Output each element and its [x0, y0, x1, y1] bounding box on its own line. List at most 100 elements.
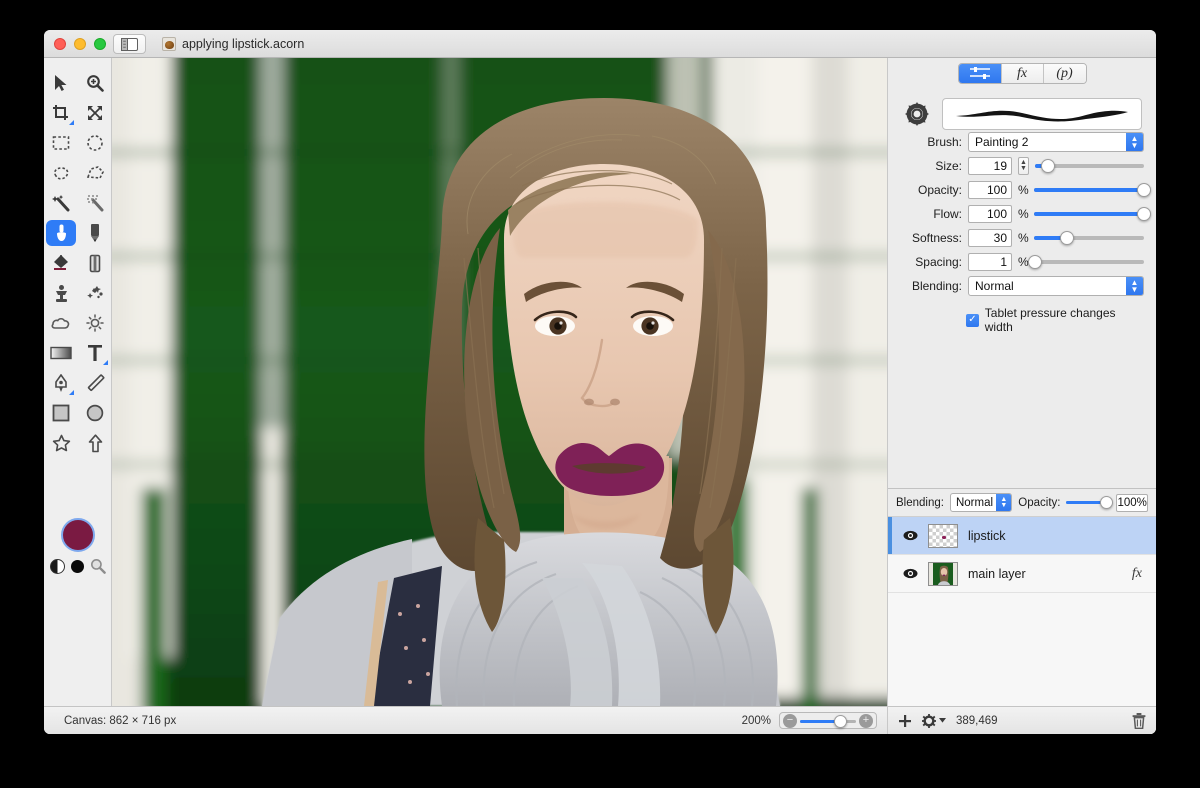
bucket-fill-tool[interactable]	[46, 250, 76, 276]
pencil-icon	[91, 224, 99, 242]
spacing-label: Spacing:	[915, 255, 962, 269]
tab-filters[interactable]: fx	[1001, 64, 1044, 83]
spacing-slider[interactable]	[1028, 253, 1144, 271]
softness-label: Softness:	[911, 231, 962, 245]
flow-slider[interactable]	[1034, 205, 1151, 223]
flow-label: Flow:	[933, 207, 962, 221]
sidebar-toggle-button[interactable]	[113, 34, 146, 54]
line-tool[interactable]	[80, 370, 110, 396]
gradient-tool[interactable]	[46, 340, 76, 366]
rect-select-tool[interactable]	[46, 130, 76, 156]
opacity-label: Opacity:	[917, 183, 962, 197]
layer-visibility-toggle[interactable]	[902, 568, 918, 579]
layer-thumbnail-photo	[929, 562, 957, 585]
layer-opacity-slider[interactable]	[1066, 495, 1114, 511]
dashed-rectangle-icon	[52, 136, 70, 150]
brush-tool[interactable]	[46, 220, 76, 246]
instant-alpha-tool[interactable]	[80, 190, 110, 216]
spacing-input[interactable]: 1	[968, 253, 1012, 271]
dodge-burn-tool[interactable]	[80, 310, 110, 336]
default-colors-icon[interactable]	[71, 559, 84, 573]
magic-wand-tool[interactable]	[46, 190, 76, 216]
flow-input[interactable]: 100	[968, 205, 1012, 223]
layer-name[interactable]: main layer	[968, 567, 1122, 581]
swap-colors-icon[interactable]	[50, 558, 65, 574]
trash-icon[interactable]	[1132, 712, 1146, 729]
size-stepper[interactable]: ▲ ▼	[1018, 157, 1029, 175]
brush-preset-select[interactable]: Painting 2 ▲ ▼	[968, 132, 1144, 152]
blending-select[interactable]: Normal ▲ ▼	[968, 276, 1144, 296]
flow-row: Flow: 100 %	[888, 202, 1156, 226]
tool-options-icon	[969, 67, 990, 79]
layer-row-lipstick[interactable]: lipstick	[888, 517, 1156, 555]
rectangle-shape-tool[interactable]	[46, 400, 76, 426]
opacity-unit: %	[1018, 183, 1029, 197]
clone-stamp-tool[interactable]	[46, 280, 76, 306]
layer-row-main-layer[interactable]: main layer fx	[888, 555, 1156, 593]
rectangle-icon	[52, 404, 70, 422]
ellipse-shape-tool[interactable]	[80, 400, 110, 426]
blur-tool[interactable]	[46, 310, 76, 336]
tablet-pressure-row[interactable]: ✓ Tablet pressure changes width	[888, 298, 1156, 334]
move-tool[interactable]	[46, 70, 76, 96]
layer-name[interactable]: lipstick	[968, 529, 1156, 543]
plus-icon[interactable]	[898, 714, 912, 728]
image-canvas[interactable]	[112, 58, 887, 706]
blending-label: Blending:	[911, 279, 962, 293]
layer-visibility-toggle[interactable]	[902, 530, 918, 541]
eraser-tool[interactable]	[80, 250, 110, 276]
zoom-out-icon[interactable]: −	[783, 713, 797, 728]
foreground-color-swatch[interactable]	[61, 518, 95, 552]
brush-preset-value: Painting 2	[975, 135, 1029, 149]
tool-palette	[44, 58, 112, 734]
opacity-slider[interactable]	[1034, 181, 1151, 199]
layer-fx-badge[interactable]: fx	[1132, 566, 1142, 582]
star-shape-tool[interactable]	[46, 430, 76, 456]
close-button[interactable]	[54, 38, 66, 50]
layer-blending-select[interactable]: Normal ▲ ▼	[949, 493, 1013, 512]
maximize-button[interactable]	[94, 38, 106, 50]
tab-tool-options[interactable]	[958, 64, 1002, 83]
tab-presets[interactable]: (p)	[1043, 64, 1086, 83]
chevron-updown-icon: ▲ ▼	[1126, 277, 1143, 295]
eye-icon	[903, 530, 917, 541]
brush-stroke-preview[interactable]	[942, 98, 1142, 130]
layers-panel: Blending: Normal ▲ ▼ Opacity: 100% lipst…	[888, 488, 1156, 734]
layer-thumbnail[interactable]	[928, 523, 958, 548]
canvas-size-label: Canvas: 862 × 716 px	[64, 714, 177, 727]
layer-opacity-value[interactable]: 100%	[1116, 493, 1148, 512]
zoom-slider[interactable]: − +	[779, 712, 877, 729]
polygon-lasso-tool[interactable]	[80, 160, 110, 186]
zoom-tool[interactable]	[80, 70, 110, 96]
opacity-input[interactable]: 100	[968, 181, 1012, 199]
crop-tool[interactable]	[46, 100, 76, 126]
smudge-tool[interactable]	[80, 280, 110, 306]
arrow-cursor-icon	[55, 75, 67, 91]
softness-input[interactable]: 30	[968, 229, 1012, 247]
softness-slider[interactable]	[1034, 229, 1144, 247]
size-slider[interactable]	[1035, 157, 1144, 175]
tool-submenu-indicator	[103, 360, 108, 365]
gear-icon[interactable]	[904, 101, 930, 127]
pencil-tool[interactable]	[80, 220, 110, 246]
size-input[interactable]: 19	[968, 157, 1012, 175]
brush-label: Brush:	[927, 135, 962, 149]
color-picker-magnifier-icon[interactable]	[90, 558, 106, 574]
color-controls	[44, 518, 112, 574]
layer-thumbnail[interactable]	[928, 561, 958, 586]
sparkle-wand-icon	[86, 195, 103, 212]
zoom-in-icon[interactable]: +	[859, 713, 873, 728]
arrow-shape-tool[interactable]	[80, 430, 110, 456]
softness-unit: %	[1018, 231, 1029, 245]
spacing-unit: %	[1018, 255, 1029, 269]
ellipse-select-tool[interactable]	[80, 130, 110, 156]
transform-tool[interactable]	[80, 100, 110, 126]
minimize-button[interactable]	[74, 38, 86, 50]
layer-actions-menu[interactable]	[922, 713, 946, 728]
text-tool[interactable]	[80, 340, 110, 366]
softness-row: Softness: 30 %	[888, 226, 1156, 250]
lasso-tool[interactable]	[46, 160, 76, 186]
bezier-pen-tool[interactable]	[46, 370, 76, 396]
tablet-pressure-checkbox[interactable]: ✓	[966, 313, 979, 327]
document-title: applying lipstick.acorn	[182, 37, 305, 51]
